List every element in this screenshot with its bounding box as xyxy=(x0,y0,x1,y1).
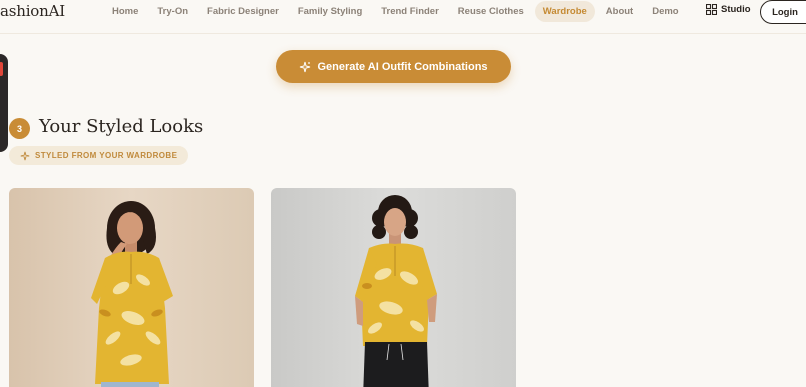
studio-label: Studio xyxy=(721,4,751,15)
nav-demo[interactable]: Demo xyxy=(644,1,686,22)
grid-icon xyxy=(706,4,717,15)
styled-from-wardrobe-badge: STYLED FROM YOUR WARDROBE xyxy=(9,146,189,165)
look-image-1 xyxy=(91,201,173,387)
nav-trend-finder[interactable]: Trend Finder xyxy=(373,1,447,22)
look-card-2[interactable] xyxy=(271,188,516,387)
generate-outfits-button[interactable]: Generate AI Outfit Combinations xyxy=(276,50,511,83)
login-button[interactable]: Login xyxy=(760,0,806,24)
logo[interactable]: ashionAI xyxy=(0,2,65,20)
sparkle-icon xyxy=(300,61,311,72)
sparkle-icon xyxy=(20,151,30,160)
nav-family-styling[interactable]: Family Styling xyxy=(290,1,370,22)
nav-home[interactable]: Home xyxy=(104,1,146,22)
nav-about[interactable]: About xyxy=(598,1,641,22)
generate-outfits-label: Generate AI Outfit Combinations xyxy=(317,60,488,73)
floating-side-widget[interactable] xyxy=(0,54,8,152)
step-badge: 3 xyxy=(9,118,30,139)
nav-links: Home Try-On Fabric Designer Family Styli… xyxy=(104,0,690,22)
look-image-2 xyxy=(355,195,437,387)
look-card-1[interactable] xyxy=(9,188,254,387)
nav-fabric-designer[interactable]: Fabric Designer xyxy=(199,1,287,22)
nav-wardrobe[interactable]: Wardrobe xyxy=(534,0,595,22)
section-title: Your Styled Looks xyxy=(39,116,204,137)
top-nav: ashionAI Home Try-On Fabric Designer Fam… xyxy=(0,0,806,34)
studio-link[interactable]: Studio xyxy=(706,4,751,15)
record-indicator-icon xyxy=(0,62,3,76)
nav-try-on[interactable]: Try-On xyxy=(149,1,196,22)
nav-reuse-clothes[interactable]: Reuse Clothes xyxy=(450,1,532,22)
badge-label: STYLED FROM YOUR WARDROBE xyxy=(35,151,178,160)
